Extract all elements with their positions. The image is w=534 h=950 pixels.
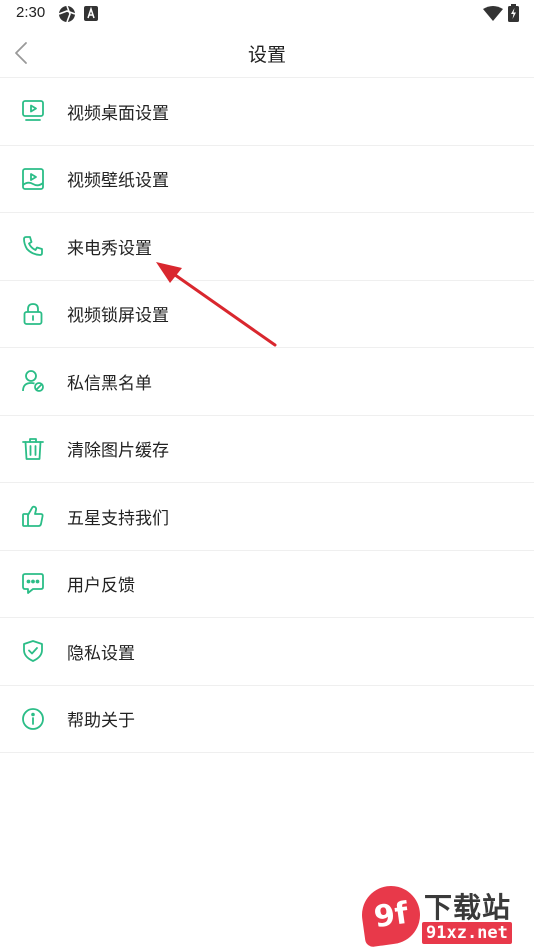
settings-item-label: 视频壁纸设置 xyxy=(67,171,169,192)
settings-item-label: 视频锁屏设置 xyxy=(67,306,169,327)
watermark-title: 下载站 xyxy=(424,891,512,924)
settings-item-label: 五星支持我们 xyxy=(67,508,169,529)
page-title: 设置 xyxy=(247,44,286,66)
settings-item-feedback[interactable]: 用户反馈 xyxy=(0,551,534,618)
settings-item-privacy[interactable]: 隐私设置 xyxy=(0,618,534,686)
battery-charging-icon xyxy=(508,4,519,26)
settings-item-help-about[interactable]: 帮助关于 xyxy=(0,686,534,753)
info-icon xyxy=(20,706,46,732)
settings-item-label: 用户反馈 xyxy=(67,576,135,597)
status-bar: 2:30 xyxy=(0,0,534,28)
settings-item-five-star[interactable]: 五星支持我们 xyxy=(0,483,534,551)
watermark-url: 91xz.net xyxy=(422,922,512,944)
settings-item-label: 来电秀设置 xyxy=(67,238,152,259)
settings-item-label: 隐私设置 xyxy=(67,643,135,664)
a-box-icon xyxy=(84,6,98,25)
trash-icon xyxy=(20,436,46,462)
phone-icon xyxy=(20,233,46,259)
watermark-logo: 9f 下载站 91xz.net xyxy=(358,882,532,948)
lock-icon xyxy=(20,301,46,327)
aperture-icon xyxy=(58,5,76,27)
settings-item-video-desktop[interactable]: 视频桌面设置 xyxy=(0,78,534,146)
settings-item-label: 私信黑名单 xyxy=(67,373,152,394)
wallpaper-icon xyxy=(20,166,46,192)
nav-bar: 设置 xyxy=(0,28,534,78)
chat-icon xyxy=(20,571,46,597)
shield-check-icon xyxy=(20,638,46,664)
settings-item-dm-blacklist[interactable]: 私信黑名单 xyxy=(0,348,534,416)
wifi-icon xyxy=(483,6,503,26)
settings-item-video-wallpaper[interactable]: 视频壁纸设置 xyxy=(0,146,534,213)
settings-list: 视频桌面设置 视频壁纸设置 来电秀设置 视频锁屏设置 私信黑名单 清除图片缓存 … xyxy=(0,78,534,753)
thumbs-up-icon xyxy=(20,503,46,529)
settings-item-label: 帮助关于 xyxy=(67,711,135,732)
watermark-badge: 9f xyxy=(358,882,424,948)
settings-item-label: 清除图片缓存 xyxy=(67,441,169,462)
settings-item-label: 视频桌面设置 xyxy=(67,103,169,124)
status-time: 2:30 xyxy=(16,4,46,21)
video-desktop-icon xyxy=(20,98,46,124)
settings-item-video-lockscreen[interactable]: 视频锁屏设置 xyxy=(0,281,534,348)
user-block-icon xyxy=(20,368,46,394)
settings-item-clear-cache[interactable]: 清除图片缓存 xyxy=(0,416,534,483)
settings-item-call-show[interactable]: 来电秀设置 xyxy=(0,213,534,281)
